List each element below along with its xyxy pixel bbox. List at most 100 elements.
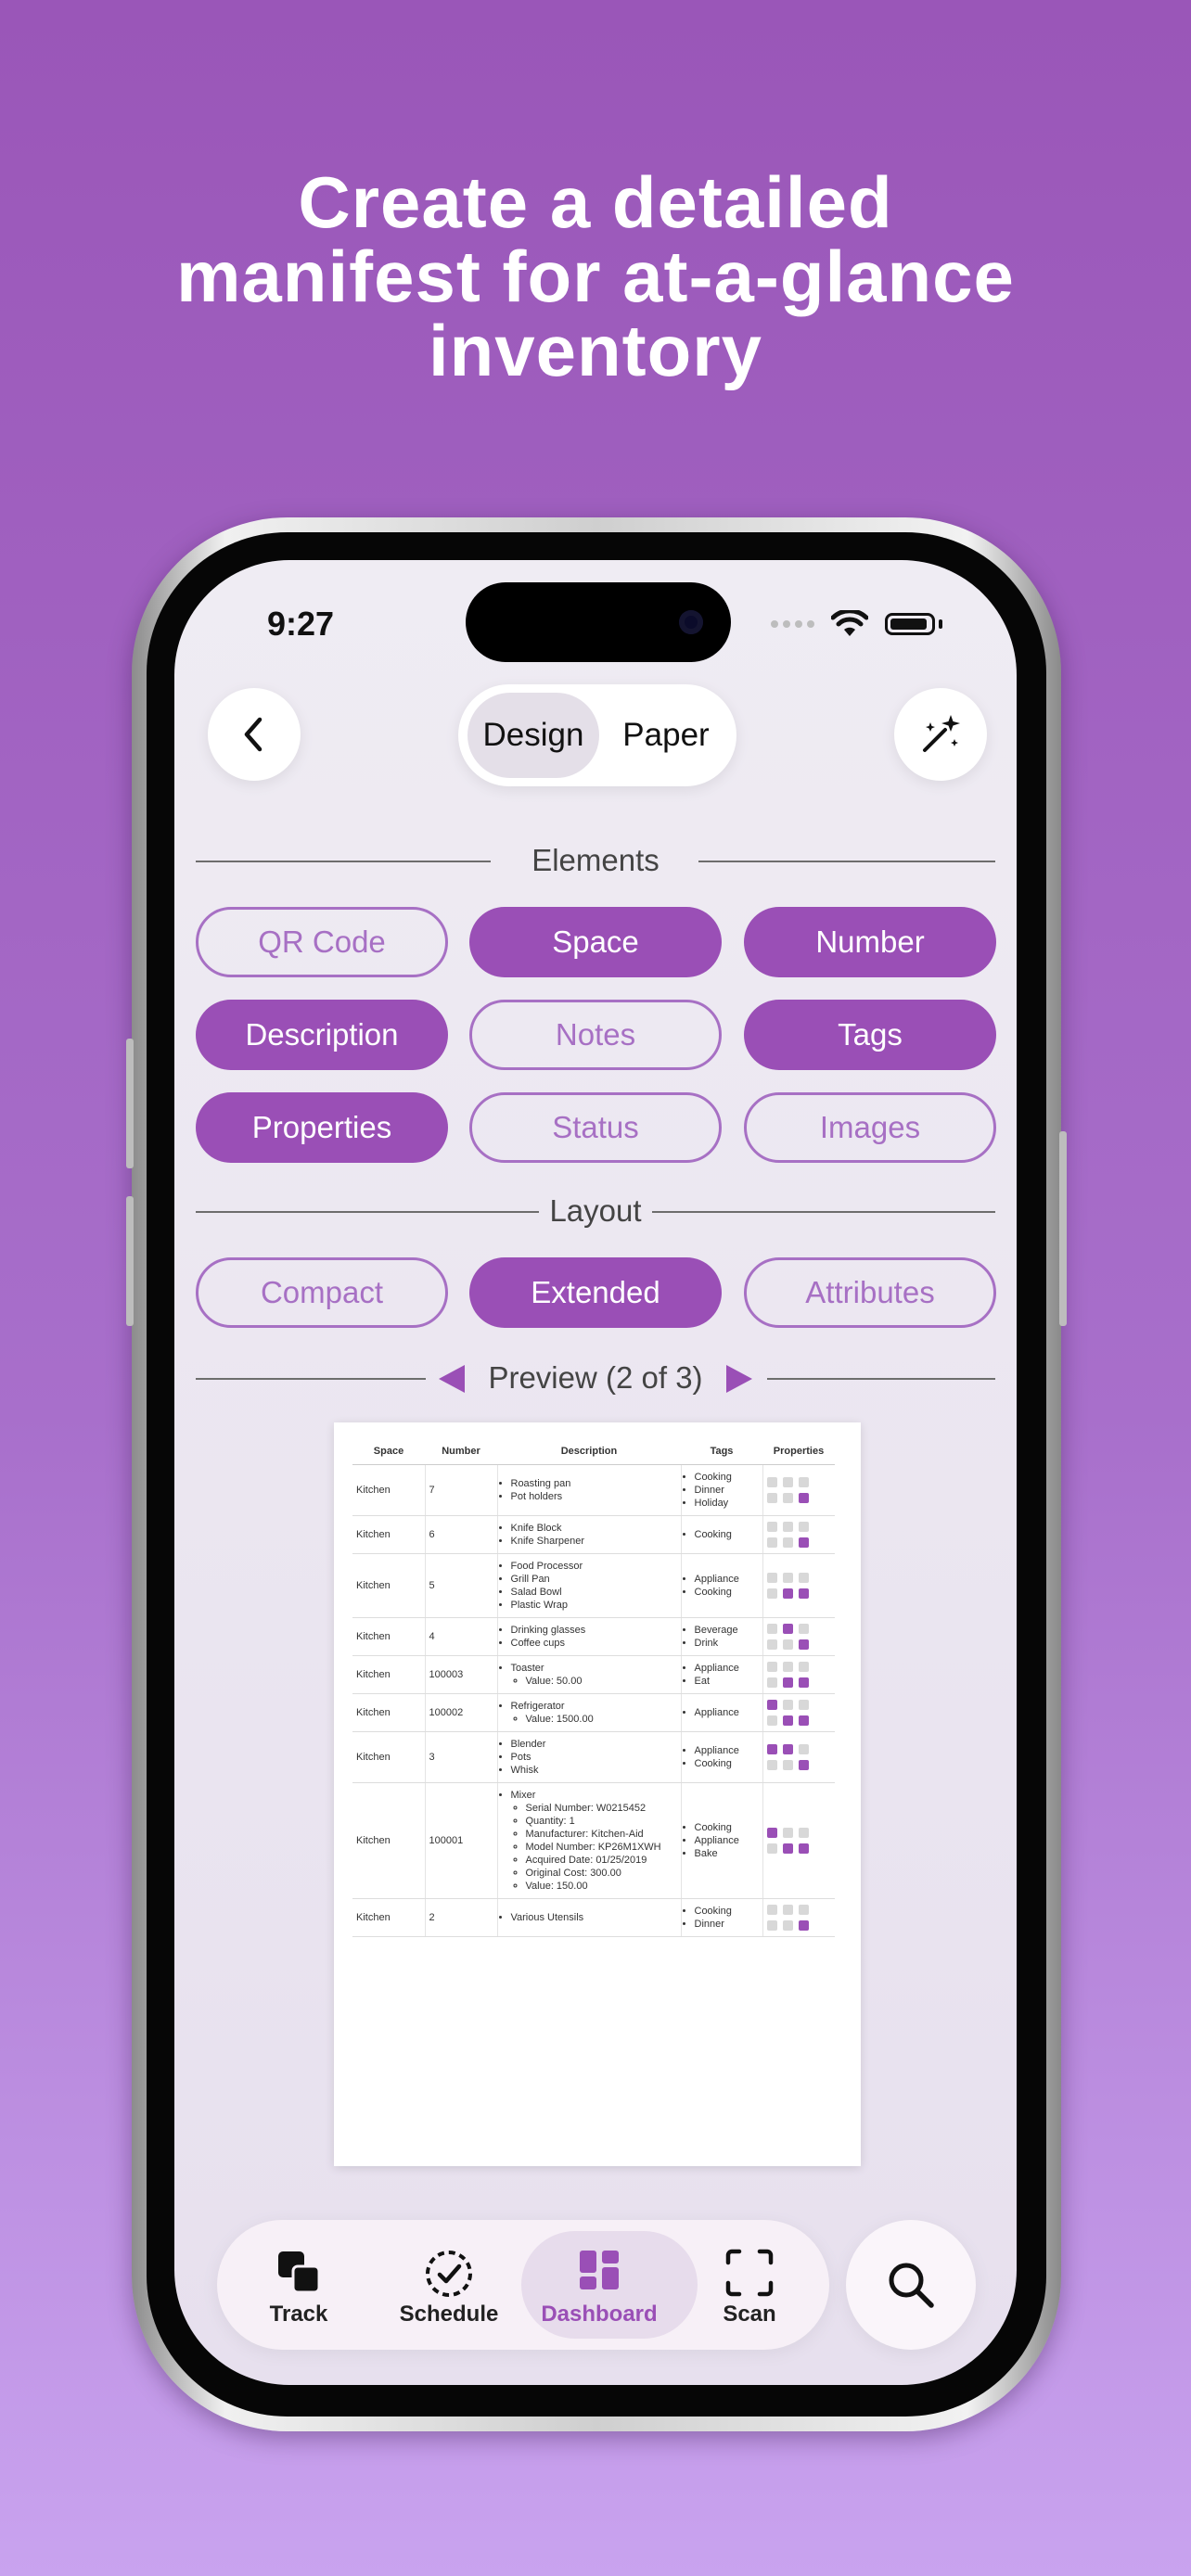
element-notes-toggle[interactable]: Notes — [469, 1000, 722, 1070]
table-row: Kitchen100002 Refrigerator Value: 1500.00 A… — [352, 1693, 835, 1732]
magic-wand-icon — [923, 715, 960, 752]
cell-properties — [762, 1655, 835, 1694]
volume-down-button — [126, 1196, 134, 1326]
tag-item: Appliance — [695, 1573, 759, 1586]
cell-properties — [762, 1515, 835, 1554]
manifest-header-row: Space Number Description Tags Properties — [352, 1443, 835, 1465]
tag-item: Appliance — [695, 1744, 759, 1757]
layout-attributes-option[interactable]: Attributes — [744, 1257, 996, 1328]
cellular-signal-icon — [771, 620, 814, 628]
cell-space: Kitchen — [352, 1731, 425, 1783]
headline-line-3: inventory — [428, 310, 763, 391]
cell-number: 2 — [424, 1898, 497, 1937]
property-icon — [766, 1588, 777, 1599]
preview-next-button[interactable] — [726, 1365, 752, 1393]
property-icon — [766, 1573, 777, 1583]
element-qr-code-toggle[interactable]: QR Code — [196, 907, 448, 977]
tag-item: Cooking — [695, 1528, 759, 1541]
back-button[interactable] — [208, 688, 301, 781]
cell-description: Toaster Value: 50.00 — [496, 1655, 681, 1694]
description-item: Toaster Value: 50.00 — [511, 1662, 677, 1688]
segment-design[interactable]: Design — [467, 693, 599, 778]
tag-item: Cooking — [695, 1586, 759, 1599]
table-row: Kitchen5Food ProcessorGrill PanSalad Bow… — [352, 1553, 835, 1618]
layout-extended-option[interactable]: Extended — [469, 1257, 722, 1328]
property-icon — [782, 1662, 793, 1672]
property-icon — [766, 1700, 777, 1710]
property-icon — [782, 1624, 793, 1634]
cell-number: 100003 — [424, 1655, 497, 1694]
elements-section-header: Elements — [196, 838, 995, 883]
tag-item: Holiday — [695, 1497, 759, 1510]
detail-text: Value: 50.00 — [525, 1676, 583, 1687]
tab-schedule[interactable]: Schedule — [375, 2220, 523, 2350]
preview-title: Preview (2 of 3) — [488, 1360, 703, 1395]
tag-item: Appliance — [695, 1834, 759, 1847]
property-icon — [798, 1493, 809, 1503]
dashboard-icon — [580, 2251, 619, 2289]
tag-item: Cooking — [695, 1905, 759, 1918]
track-icon — [278, 2251, 321, 2294]
element-number-toggle[interactable]: Number — [744, 907, 996, 977]
cell-space: Kitchen — [352, 1782, 425, 1899]
schedule-icon — [426, 2251, 472, 2297]
property-icons — [766, 1573, 832, 1599]
tab-scan[interactable]: Scan — [675, 2220, 824, 2350]
element-status-toggle[interactable]: Status — [469, 1092, 722, 1163]
cell-description: Refrigerator Value: 1500.00 — [496, 1693, 681, 1732]
description-item: Pots — [511, 1751, 677, 1764]
property-icon — [766, 1715, 777, 1726]
cell-properties — [762, 1731, 835, 1783]
description-item: Drinking glasses — [511, 1624, 677, 1637]
cell-space: Kitchen — [352, 1655, 425, 1694]
property-icon — [766, 1639, 777, 1650]
element-description-toggle[interactable]: Description — [196, 1000, 448, 1070]
layout-title: Layout — [549, 1193, 642, 1228]
layout-compact-option[interactable]: Compact — [196, 1257, 448, 1328]
search-button[interactable] — [846, 2220, 976, 2350]
segment-paper[interactable]: Paper — [605, 693, 727, 778]
element-tags-toggle[interactable]: Tags — [744, 1000, 996, 1070]
magic-wand-button[interactable] — [894, 688, 987, 781]
tab-schedule-label: Schedule — [399, 2302, 499, 2327]
description-item: Various Utensils — [511, 1911, 677, 1924]
property-icon — [766, 1624, 777, 1634]
cell-properties — [762, 1464, 835, 1516]
cell-description: Various Utensils — [496, 1898, 681, 1937]
cell-space: Kitchen — [352, 1464, 425, 1516]
description-item: Knife Block — [511, 1522, 677, 1535]
dynamic-island — [466, 582, 731, 662]
cell-properties — [762, 1617, 835, 1656]
wifi-icon — [831, 610, 868, 636]
battery-icon — [885, 613, 935, 635]
description-item: Coffee cups — [511, 1637, 677, 1650]
property-icon — [798, 1744, 809, 1754]
detail-item: Value: 50.00 — [526, 1675, 677, 1688]
property-icon — [766, 1493, 777, 1503]
element-properties-toggle[interactable]: Properties — [196, 1092, 448, 1163]
cell-description: Mixer Serial Number: W0215452 Quantity: 1 M… — [496, 1782, 681, 1899]
property-icon — [798, 1573, 809, 1583]
property-icons — [766, 1744, 832, 1770]
element-space-toggle[interactable]: Space — [469, 907, 722, 977]
property-icons — [766, 1700, 832, 1726]
element-images-toggle[interactable]: Images — [744, 1092, 996, 1163]
detail-item: Serial Number: W0215452 — [526, 1802, 677, 1815]
app-screen: 9:27 Design Paper Elements QR Code Space… — [174, 560, 1017, 2385]
property-icon — [782, 1639, 793, 1650]
tab-track[interactable]: Track — [224, 2220, 373, 2350]
manifest-table: Space Number Description Tags Properties… — [352, 1443, 835, 1937]
property-icon — [798, 1905, 809, 1915]
tag-item: Beverage — [695, 1624, 759, 1637]
column-header-space: Space — [352, 1443, 425, 1465]
property-icons — [766, 1828, 832, 1854]
cell-tags: CookingApplianceBake — [680, 1782, 762, 1899]
column-header-number: Number — [425, 1443, 497, 1465]
tab-bar: Track Schedule Dashboard Scan — [217, 2220, 829, 2350]
detail-text: Acquired Date: 01/25/2019 — [525, 1855, 647, 1866]
detail-item: Original Cost: 300.00 — [526, 1867, 677, 1880]
property-icon — [798, 1588, 809, 1599]
design-paper-segmented-control: Design Paper — [458, 684, 736, 786]
property-icon — [798, 1477, 809, 1487]
tab-dashboard[interactable]: Dashboard — [521, 2220, 698, 2350]
